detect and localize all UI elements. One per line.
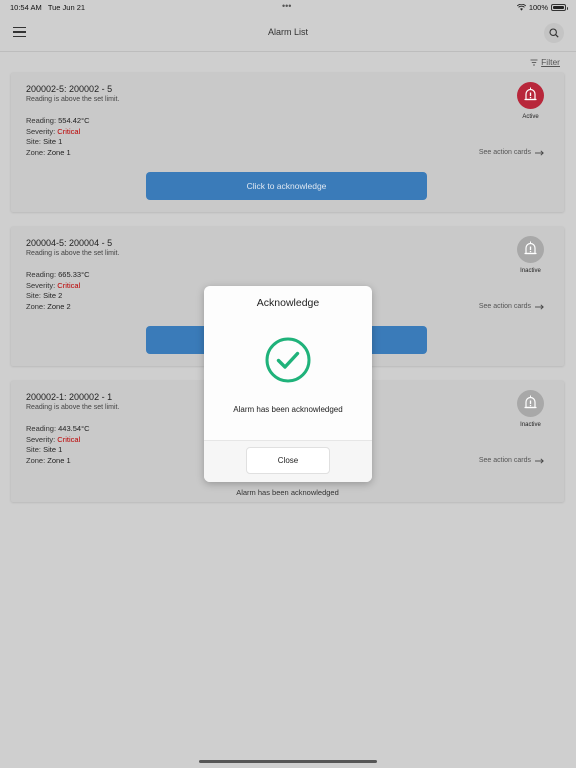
alarm-info: Reading: 665.33°C Severity: Critical Sit…: [26, 270, 90, 311]
acknowledge-dialog: Acknowledge Alarm has been acknowledged …: [204, 286, 372, 482]
arrow-right-icon: [535, 457, 544, 464]
status-right: 100%: [516, 3, 568, 12]
check-circle-icon: [265, 337, 311, 383]
alarm-zone: Zone 2: [47, 301, 71, 311]
filter-icon: [530, 59, 538, 65]
alarm-status: Active: [522, 114, 539, 120]
arrow-right-icon: [535, 303, 544, 310]
alarm-zone: Zone 1: [47, 455, 71, 465]
acknowledged-text: Alarm has been acknowledged: [236, 488, 339, 497]
alarm-info: Reading: 443.54°C Severity: Critical Sit…: [26, 424, 90, 465]
alarm-status: Inactive: [520, 268, 541, 274]
see-action-cards-link[interactable]: See action cards: [479, 303, 544, 310]
alarm-severity: Critical: [57, 126, 81, 136]
alarm-reading: 554.42°C: [58, 116, 90, 125]
battery-icon: [551, 4, 568, 11]
status-time: 10:54 AM Tue Jun 21: [10, 3, 86, 12]
alarm-site: Site 1: [43, 445, 63, 454]
dialog-title: Acknowledge: [256, 297, 320, 309]
battery-percent: 100%: [528, 3, 548, 12]
dialog-footer: Close: [204, 441, 372, 482]
alarm-title: 200002-1: 200002 - 1: [26, 392, 113, 402]
alarm-severity: Critical: [57, 434, 81, 444]
status-bar: 10:54 AM Tue Jun 21 ••• 100%: [0, 0, 576, 14]
nav-bar: Alarm List: [0, 14, 576, 52]
filter-label: Filter: [541, 57, 560, 67]
alarm-title: 200004-5: 200004 - 5: [26, 238, 113, 248]
bell-alert-icon: [517, 236, 544, 263]
alarm-status: Inactive: [520, 422, 541, 428]
search-icon: [549, 28, 559, 38]
home-indicator[interactable]: [199, 760, 377, 763]
dialog-message: Alarm has been acknowledged: [233, 405, 343, 414]
close-button[interactable]: Close: [246, 447, 330, 474]
alarm-subtitle: Reading is above the set limit.: [26, 96, 120, 103]
alarm-zone: Zone 1: [47, 147, 71, 157]
see-action-cards-link[interactable]: See action cards: [479, 149, 544, 156]
bell-alert-icon: [517, 82, 544, 109]
alarm-subtitle: Reading is above the set limit.: [26, 250, 120, 257]
wifi-icon: [516, 4, 526, 11]
arrow-right-icon: [535, 149, 544, 156]
alarm-reading: 443.54°C: [58, 424, 90, 433]
multitask-dots[interactable]: •••: [282, 1, 291, 11]
alarm-card[interactable]: 200002-5: 200002 - 5 Reading is above th…: [11, 73, 564, 212]
alarm-site: Site 1: [43, 137, 63, 146]
filter-button[interactable]: Filter: [530, 57, 560, 67]
alarm-severity: Critical: [57, 280, 81, 290]
acknowledge-button[interactable]: Click to acknowledge: [146, 172, 427, 200]
alarm-title: 200002-5: 200002 - 5: [26, 84, 113, 94]
alarm-info: Reading: 554.42°C Severity: Critical Sit…: [26, 116, 90, 157]
see-action-cards-link[interactable]: See action cards: [479, 457, 544, 464]
alarm-site: Site 2: [43, 291, 63, 300]
bell-alert-icon: [517, 390, 544, 417]
alarm-reading: 665.33°C: [58, 270, 90, 279]
page-title: Alarm List: [267, 27, 308, 37]
search-button[interactable]: [544, 23, 564, 43]
alarm-subtitle: Reading is above the set limit.: [26, 404, 120, 411]
